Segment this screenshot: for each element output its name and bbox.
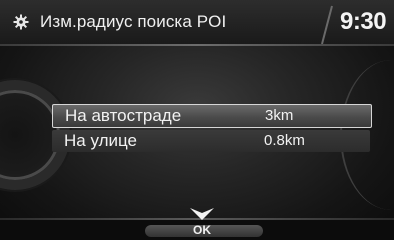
nav-screen: Изм.радиус поиска POI 9:30 На автостраде…	[0, 0, 394, 240]
settings-row-street[interactable]: На улице 0.8km	[52, 130, 370, 152]
clock: 9:30	[340, 8, 387, 35]
setting-value: 0.8km	[264, 132, 305, 149]
setting-label: На автостраде	[65, 106, 182, 125]
page-title: Изм.радиус поиска POI	[40, 12, 227, 31]
settings-row-highway[interactable]: На автостраде 3km	[52, 104, 372, 128]
header-divider	[321, 5, 333, 44]
setting-label: На улице	[64, 131, 137, 150]
ok-label[interactable]: OK	[188, 222, 216, 238]
title-bar: Изм.радиус поиска POI 9:30	[0, 0, 394, 44]
gear-icon	[13, 14, 29, 30]
header-divider-line	[0, 44, 394, 46]
down-arrow-icon[interactable]	[188, 206, 216, 222]
setting-value: 3km	[265, 107, 294, 124]
